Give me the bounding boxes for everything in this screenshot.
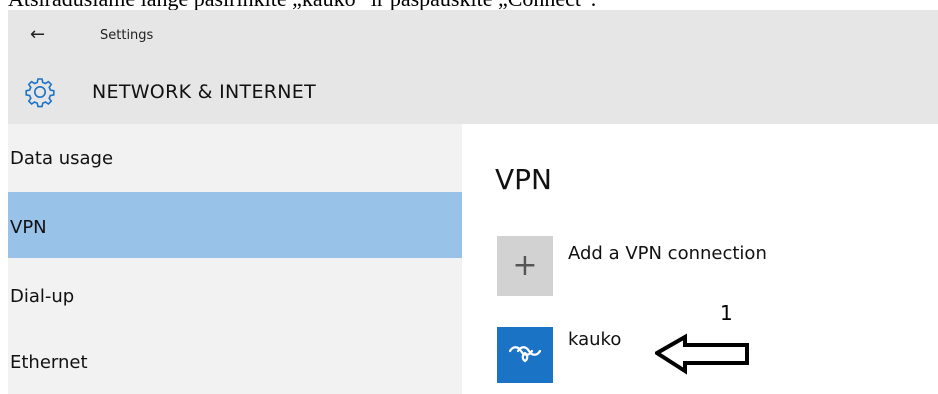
section-title: NETWORK & INTERNET — [92, 81, 316, 103]
add-vpn-label[interactable]: Add a VPN connection — [568, 243, 767, 264]
vpn-connection-kauko[interactable] — [497, 327, 553, 383]
sidebar-item-data-usage[interactable]: Data usage — [8, 124, 462, 190]
annotation-number: 1 — [720, 301, 733, 325]
back-arrow-icon[interactable]: ← — [30, 26, 50, 44]
gear-icon — [25, 78, 55, 108]
title-bar: ← Settings — [8, 10, 938, 58]
vpn-connection-icon — [508, 346, 542, 363]
vpn-connection-name[interactable]: kauko — [568, 329, 621, 350]
annotation-arrow-icon — [655, 333, 749, 375]
sidebar-item-label: Data usage — [10, 148, 114, 169]
sidebar: Data usage VPN Dial-up Ethernet — [8, 124, 462, 394]
sidebar-item-dial-up[interactable]: Dial-up — [8, 260, 462, 326]
main-content: VPN + Add a VPN connection kauko 1 — [462, 124, 938, 394]
sidebar-item-label: VPN — [10, 217, 47, 238]
sidebar-item-ethernet[interactable]: Ethernet — [8, 328, 462, 394]
document-caption: Atsiradusiame lange pasirinkite „kauko“ … — [8, 0, 938, 10]
add-vpn-button[interactable]: + — [497, 236, 553, 296]
sidebar-item-label: Dial-up — [10, 286, 75, 307]
sidebar-item-vpn[interactable]: VPN — [8, 192, 462, 258]
page-title: VPN — [495, 163, 552, 196]
plus-icon: + — [512, 248, 538, 283]
window-title: Settings — [100, 28, 154, 43]
sidebar-item-label: Ethernet — [10, 352, 88, 373]
